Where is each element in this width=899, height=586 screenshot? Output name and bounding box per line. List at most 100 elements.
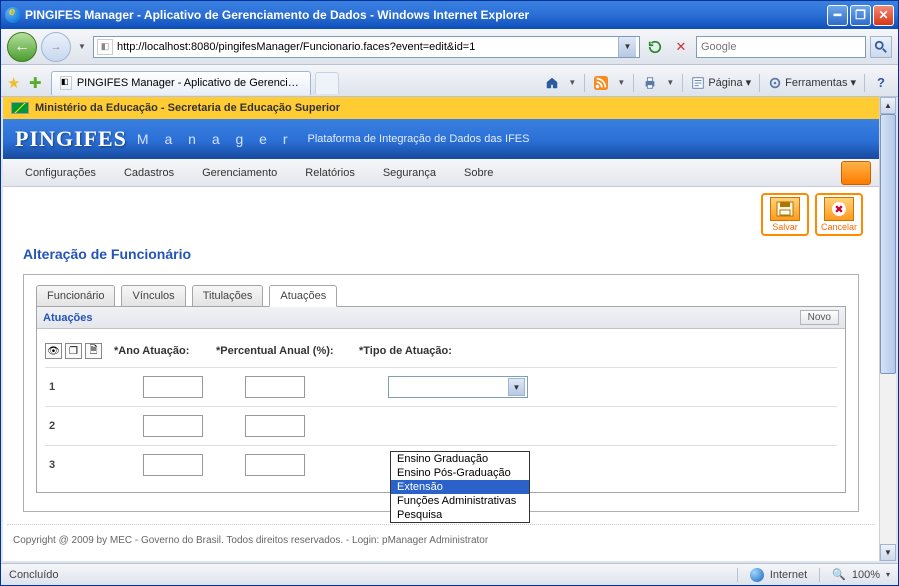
grid-row-2: 2 [45,406,837,445]
maximize-button[interactable]: ❐ [850,5,871,26]
ie-window: PINGIFES Manager - Aplicativo de Gerenci… [0,0,899,586]
page-menu-button[interactable]: Página▾ [688,74,754,92]
panel-title: Atuações [43,312,93,324]
col-perc-label: *Percentual Anual (%): [216,345,351,357]
grid-header: 👁 ❐ 🗎 *Ano Atuação: *Percentual Anual (%… [45,339,837,367]
search-button[interactable] [870,36,892,58]
forward-button[interactable]: → [41,32,71,62]
scroll-down-button[interactable]: ▼ [880,544,896,561]
status-bar: Concluído Internet 🔍 100% ▾ [1,563,898,585]
row1-perc-input[interactable] [245,376,305,398]
tab-titulacoes[interactable]: Titulações [192,285,264,307]
salvar-label: Salvar [772,222,798,232]
grid-icon-doc[interactable]: 🗎 [85,343,102,359]
nav-row: ← → ▼ ◧ ▼ ✕ [1,29,898,65]
search-box[interactable] [696,36,866,58]
brand-text: PINGIFES [15,126,127,152]
row1-tipo-select[interactable]: ▼ [388,376,528,398]
col-tipo-label: *Tipo de Atuação: [359,345,509,357]
scroll-thumb[interactable] [880,114,896,374]
zoom-dropdown[interactable]: ▾ [886,570,890,579]
cancelar-button[interactable]: Cancelar [815,193,863,236]
title-bar: PINGIFES Manager - Aplicativo de Gerenci… [1,1,898,29]
option-ensino-pos[interactable]: Ensino Pós-Graduação [391,466,529,480]
vertical-scrollbar[interactable]: ▲ ▼ [879,97,896,561]
print-dropdown[interactable]: ▼ [663,69,677,97]
brand-subtitle: Plataforma de Integração de Dados das IF… [308,133,530,145]
option-ensino-grad[interactable]: Ensino Graduação [391,452,529,466]
tabs: Funcionário Vínculos Titulações Atuações [36,285,846,307]
dropdown-arrow-icon: ▼ [508,378,525,396]
tools-menu-label: Ferramentas [785,77,847,89]
tab-row: ★ ✚ ◧ PINGIFES Manager - Aplicativo de G… [1,65,898,97]
print-button[interactable] [639,72,661,94]
col-ano-label: *Ano Atuação: [114,345,208,357]
row2-perc-input[interactable] [245,415,305,437]
option-extensao[interactable]: Extensão [391,480,529,494]
grid-icon-view[interactable]: 👁 [45,343,62,359]
menu-cadastros[interactable]: Cadastros [110,163,188,183]
menu-seguranca[interactable]: Segurança [369,163,450,183]
home-button[interactable] [541,72,563,94]
nav-history-dropdown[interactable]: ▼ [75,33,89,61]
gov-bar-text: Ministério da Educação - Secretaria de E… [35,102,340,114]
stop-button[interactable]: ✕ [670,36,692,58]
row1-ano-input[interactable] [143,376,203,398]
grid-icon-copy[interactable]: ❐ [65,343,82,359]
page-menu-label: Página [708,77,742,89]
row2-ano-input[interactable] [143,415,203,437]
page-favicon-icon: ◧ [97,39,113,55]
salvar-button[interactable]: Salvar [761,193,809,236]
ie-logo-icon [5,7,21,23]
add-favorite-icon[interactable]: ✚ [29,74,47,92]
grid-action-icons: 👁 ❐ 🗎 [45,343,102,359]
minimize-button[interactable]: ━ [827,5,848,26]
gov-bar: Ministério da Educação - Secretaria de E… [3,97,879,119]
scroll-up-button[interactable]: ▲ [880,97,896,114]
tools-menu-button[interactable]: Ferramentas▾ [765,74,859,92]
address-bar[interactable]: ◧ ▼ [93,36,640,58]
tab-vinculos[interactable]: Vínculos [121,285,185,307]
zone-label: Internet [770,569,807,581]
ie-command-bar: ▼ ▼ ▼ Página▾ Ferramentas▾ ? [541,69,892,97]
row3-perc-input[interactable] [245,454,305,476]
cancelar-label: Cancelar [821,222,857,232]
internet-zone-icon [750,568,764,582]
tab-funcionario[interactable]: Funcionário [36,285,115,307]
row-index-1: 1 [45,381,69,393]
option-funcoes[interactable]: Funções Administrativas [391,494,529,508]
menu-gerenciamento[interactable]: Gerenciamento [188,163,291,183]
menu-relatorios[interactable]: Relatórios [291,163,369,183]
address-dropdown[interactable]: ▼ [618,37,636,57]
menu-sobre[interactable]: Sobre [450,163,507,183]
brand-subtext: M a n a g e r [137,131,294,147]
favorites-star-icon[interactable]: ★ [7,74,25,92]
address-input[interactable] [117,41,618,53]
window-close-button[interactable]: ✕ [873,5,894,26]
grid-row-1: 1 ▼ [45,367,837,406]
tab-title: PINGIFES Manager - Aplicativo de Gerenci… [77,77,302,89]
new-tab-button[interactable] [315,72,339,94]
back-button[interactable]: ← [7,32,37,62]
tab-atuacoes[interactable]: Atuações [269,285,337,307]
zoom-icon[interactable]: 🔍 [832,568,846,581]
tipo-dropdown-list[interactable]: Ensino Graduação Ensino Pós-Graduação Ex… [390,451,530,523]
row3-ano-input[interactable] [143,454,203,476]
book-icon[interactable] [841,161,871,185]
help-button[interactable]: ? [870,72,892,94]
feeds-button[interactable] [590,72,612,94]
status-text: Concluído [9,569,59,581]
feeds-dropdown[interactable]: ▼ [614,69,628,97]
window-title: PINGIFES Manager - Aplicativo de Gerenci… [25,8,529,22]
page-tab-active[interactable]: ◧ PINGIFES Manager - Aplicativo de Geren… [51,71,311,95]
brazil-flag-icon [11,102,29,114]
tab-favicon-icon: ◧ [60,76,72,90]
row-index-2: 2 [45,420,69,432]
option-pesquisa[interactable]: Pesquisa [391,508,529,522]
action-buttons: Salvar Cancelar [3,187,879,236]
menu-configuracoes[interactable]: Configurações [11,163,110,183]
home-dropdown[interactable]: ▼ [565,69,579,97]
refresh-button[interactable] [644,36,666,58]
novo-button[interactable]: Novo [800,310,839,325]
search-input[interactable] [701,41,861,53]
